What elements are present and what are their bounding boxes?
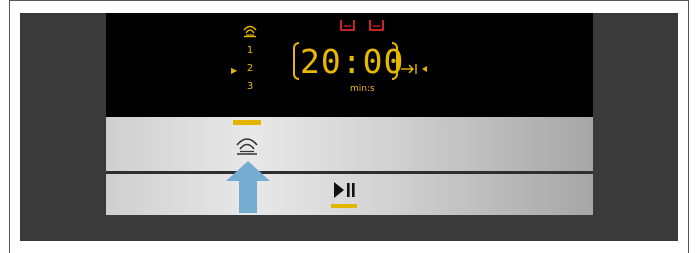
program-number-2: 2	[246, 63, 254, 74]
program-number-3: 3	[246, 81, 254, 92]
selected-program-marker-icon: ▶	[231, 66, 238, 75]
steam-wave-icon	[243, 25, 257, 38]
program-button-indicator	[233, 120, 261, 125]
program-number-1: 1	[246, 45, 254, 56]
panel-divider	[106, 171, 593, 174]
water-tray-icon	[340, 20, 355, 31]
timer-value: 20:00	[300, 42, 405, 81]
timer-bracket-right	[392, 42, 398, 80]
timer-unit: min:s	[350, 84, 375, 94]
end-time-icon	[401, 64, 427, 74]
timer-bracket-left	[293, 42, 299, 80]
play-pause-icon	[334, 182, 355, 198]
start-pause-button[interactable]	[330, 179, 358, 201]
steam-wave-icon	[236, 138, 258, 155]
start-pause-indicator	[331, 204, 357, 208]
up-arrow-icon	[226, 161, 270, 213]
water-tray-icon	[369, 20, 384, 31]
program-button[interactable]	[230, 135, 264, 157]
